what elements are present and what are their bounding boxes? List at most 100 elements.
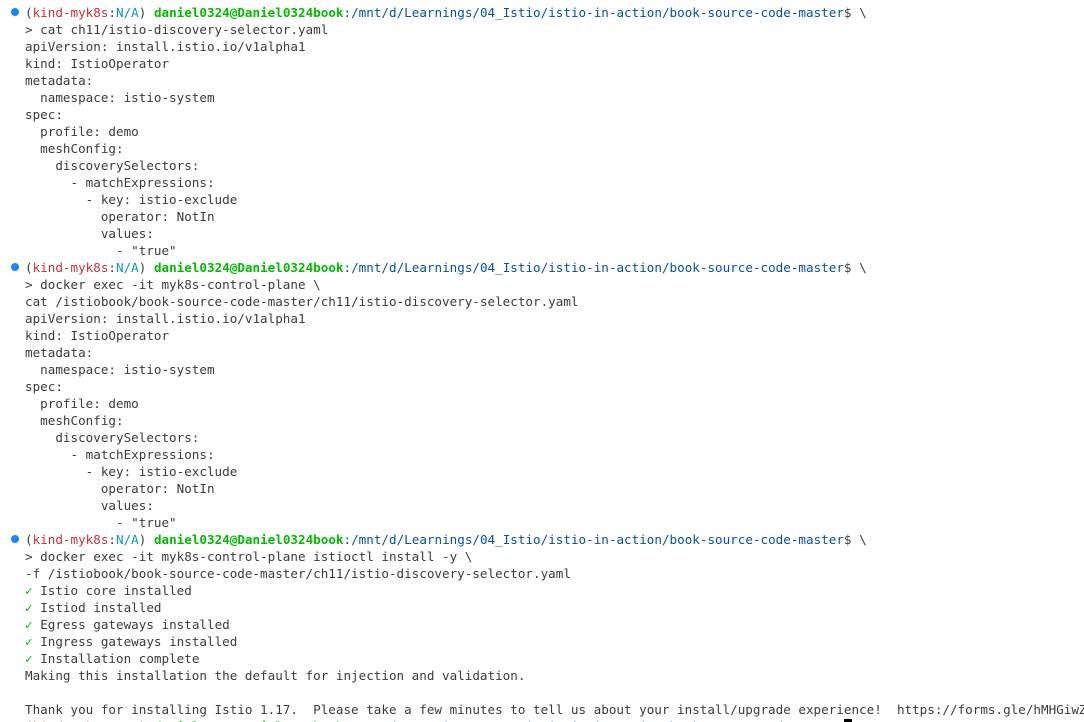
command-text: > docker exec -it myk8s-control-plane is… xyxy=(25,549,473,564)
check-icon: ✓ xyxy=(25,634,33,649)
check-icon: ✓ xyxy=(25,617,33,632)
output-text: metadata: xyxy=(25,345,94,360)
command-line: cat /istiobook/book-source-code-master/c… xyxy=(25,293,579,310)
output-line: - key: istio-exclude xyxy=(25,191,238,208)
output-text: namespace: istio-system xyxy=(25,362,215,377)
prompt-close-paren: ) xyxy=(138,260,154,275)
prompt-open-paren: ( xyxy=(25,532,33,547)
output-line: - matchExpressions: xyxy=(25,446,215,463)
command-text: > docker exec -it myk8s-control-plane \ xyxy=(25,277,321,292)
output-line: operator: NotIn xyxy=(25,480,215,497)
prompt-path: :/mnt/d/Learnings/04_Istio/istio-in-acti… xyxy=(343,5,844,20)
prompt-suffix: $ \ xyxy=(843,5,867,20)
output-line: - "true" xyxy=(25,514,177,531)
prompt-close-paren: ) xyxy=(138,532,154,547)
output-line: values: xyxy=(25,225,154,242)
output-line: discoverySelectors: xyxy=(25,157,199,174)
output-line: spec: xyxy=(25,106,63,123)
output-line: apiVersion: install.istio.io/v1alpha1 xyxy=(25,310,306,327)
output-text: apiVersion: install.istio.io/v1alpha1 xyxy=(25,39,306,54)
output-line: kind: IstioOperator xyxy=(25,327,169,344)
output-line: discoverySelectors: xyxy=(25,429,199,446)
output-line: - "true" xyxy=(25,242,177,259)
install-status-line: ✓ Ingress gateways installed xyxy=(25,633,237,650)
prompt-kube-context: kind-myk8s xyxy=(32,260,109,275)
output-line: profile: demo xyxy=(25,123,139,140)
command-status-dot-icon[interactable] xyxy=(11,8,19,16)
prompt-suffix: $ \ xyxy=(843,532,867,547)
output-line: metadata: xyxy=(25,72,93,89)
prompt-line: (kind-myk8s:N/A) daniel0324@Daniel0324bo… xyxy=(25,531,867,548)
check-icon: ✓ xyxy=(25,651,33,666)
prompt-suffix: $ \ xyxy=(843,260,867,275)
command-line: -f /istiobook/book-source-code-master/ch… xyxy=(25,565,571,582)
prompt-user-host: daniel0324@Daniel0324book xyxy=(153,532,344,547)
output-text: values: xyxy=(25,498,154,513)
install-status-text: Ingress gateways installed xyxy=(40,634,238,649)
output-text: operator: NotIn xyxy=(25,209,215,224)
output-text: - matchExpressions: xyxy=(25,175,215,190)
install-status-text: Installation complete xyxy=(40,651,200,666)
output-line: meshConfig: xyxy=(25,140,124,157)
output-text: meshConfig: xyxy=(25,413,124,428)
install-status-text: Istiod installed xyxy=(40,600,162,615)
output-line: - key: istio-exclude xyxy=(25,463,238,480)
output-line: Making this installation the default for… xyxy=(25,667,525,684)
prompt-colon: : xyxy=(108,260,117,275)
check-icon: ✓ xyxy=(25,600,33,615)
command-line: > docker exec -it myk8s-control-plane is… xyxy=(25,548,472,565)
command-status-dot-icon[interactable] xyxy=(11,535,19,543)
output-line: namespace: istio-system xyxy=(25,89,215,106)
install-status-line: ✓ Istiod installed xyxy=(25,599,162,616)
command-line: > docker exec -it myk8s-control-plane \ xyxy=(25,276,321,293)
output-text: - key: istio-exclude xyxy=(25,192,238,207)
prompt-colon: : xyxy=(108,5,117,20)
prompt-namespace: N/A xyxy=(116,5,139,20)
prompt-kube-context: kind-myk8s xyxy=(32,532,109,547)
output-line: metadata: xyxy=(25,344,93,361)
output-line: Thank you for installing Istio 1.17. Ple… xyxy=(25,701,1084,718)
install-status-line: ✓ Installation complete xyxy=(25,650,199,667)
output-text: - "true" xyxy=(25,243,177,258)
install-status-text: Istio core installed xyxy=(40,583,192,598)
command-status-dot-icon[interactable] xyxy=(11,263,19,271)
output-line: meshConfig: xyxy=(25,412,124,429)
command-text: cat /istiobook/book-source-code-master/c… xyxy=(25,294,579,309)
output-text: discoverySelectors: xyxy=(25,430,200,445)
output-text: meshConfig: xyxy=(25,141,124,156)
output-line: spec: xyxy=(25,378,63,395)
output-line: operator: NotIn xyxy=(25,208,215,225)
prompt-namespace: N/A xyxy=(116,260,139,275)
prompt-namespace: N/A xyxy=(116,532,139,547)
prompt-user-host: daniel0324@Daniel0324book xyxy=(153,260,344,275)
prompt-line: (kind-myk8s:N/A) daniel0324@Daniel0324bo… xyxy=(25,259,867,276)
output-text: kind: IstioOperator xyxy=(25,56,170,71)
output-text: kind: IstioOperator xyxy=(25,328,170,343)
output-line: - matchExpressions: xyxy=(25,174,215,191)
output-line: profile: demo xyxy=(25,395,139,412)
output-text: Making this installation the default for… xyxy=(25,668,526,683)
terminal-output[interactable]: (kind-myk8s:N/A) daniel0324@Daniel0324bo… xyxy=(0,0,1084,722)
check-icon: ✓ xyxy=(25,583,33,598)
prompt-open-paren: ( xyxy=(25,260,33,275)
output-text: - matchExpressions: xyxy=(25,447,215,462)
prompt-kube-context: kind-myk8s xyxy=(32,5,109,20)
prompt-colon: : xyxy=(108,532,117,547)
output-text: spec: xyxy=(25,107,63,122)
output-text: profile: demo xyxy=(25,396,139,411)
install-status-line: ✓ Istio core installed xyxy=(25,582,192,599)
prompt-line: (kind-myk8s:N/A) daniel0324@Daniel0324bo… xyxy=(25,4,867,21)
output-text: - "true" xyxy=(25,515,177,530)
output-text: values: xyxy=(25,226,154,241)
output-text: metadata: xyxy=(25,73,94,88)
prompt-path: :/mnt/d/Learnings/04_Istio/istio-in-acti… xyxy=(343,260,844,275)
output-text: namespace: istio-system xyxy=(25,90,215,105)
install-status-text: Egress gateways installed xyxy=(40,617,230,632)
command-text: > cat ch11/istio-discovery-selector.yaml xyxy=(25,22,329,37)
command-line: > cat ch11/istio-discovery-selector.yaml xyxy=(25,21,328,38)
prompt-open-paren: ( xyxy=(25,5,33,20)
output-line: apiVersion: install.istio.io/v1alpha1 xyxy=(25,38,306,55)
output-text: apiVersion: install.istio.io/v1alpha1 xyxy=(25,311,306,326)
prompt-user-host: daniel0324@Daniel0324book xyxy=(153,5,344,20)
prompt-close-paren: ) xyxy=(138,5,154,20)
